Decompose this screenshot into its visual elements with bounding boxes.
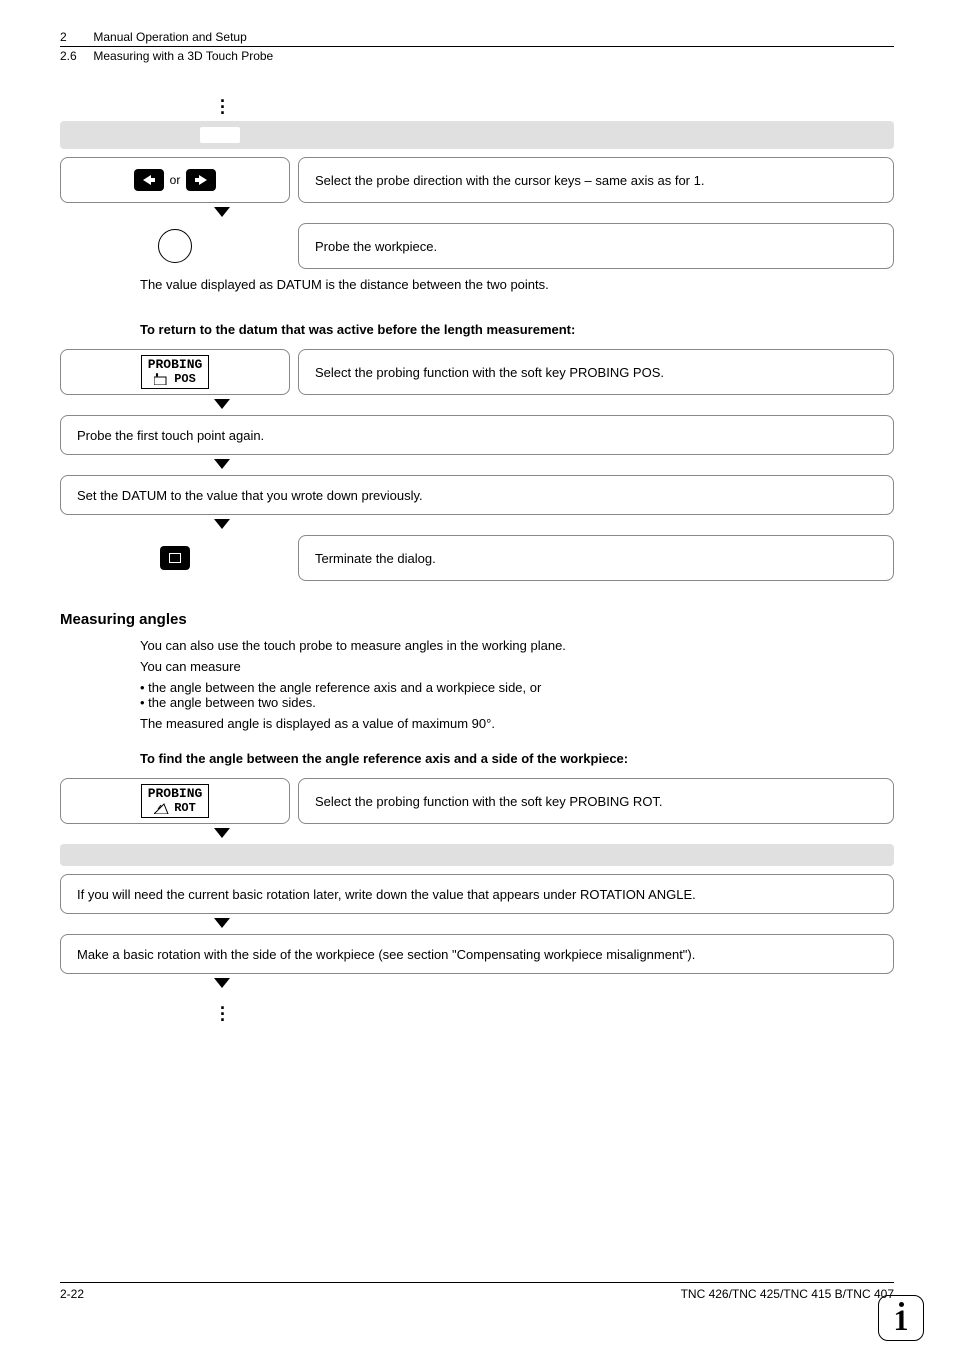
grey-separator-bar	[60, 844, 894, 866]
return-heading: To return to the datum that was active b…	[140, 322, 894, 337]
measuring-angles-heading: Measuring angles	[60, 611, 894, 628]
flow-arrow	[210, 399, 894, 411]
softkey-probing-rot[interactable]: PROBING ROT	[141, 784, 210, 817]
flow-arrow	[210, 519, 894, 531]
flow-arrow	[210, 459, 894, 471]
section-header: 2.6 Measuring with a 3D Touch Probe	[60, 49, 894, 83]
softkey-probing-pos[interactable]: PROBING POS	[141, 355, 210, 388]
angles-find-heading: To find the angle between the angle refe…	[140, 751, 894, 766]
flow-arrow	[210, 828, 894, 840]
step-row-probing-pos: PROBING POS Select the probing function …	[60, 349, 894, 395]
softkey-cell: PROBING ROT	[60, 778, 290, 824]
start-key[interactable]	[158, 229, 192, 263]
step-row-probe: Probe the workpiece.	[60, 223, 894, 269]
chapter-title: Manual Operation and Setup	[93, 30, 246, 44]
cursor-right-key[interactable]	[186, 169, 216, 191]
angles-intro-2: You can measure	[140, 659, 894, 674]
cursor-left-key[interactable]	[134, 169, 164, 191]
softkey-cell: PROBING POS	[60, 349, 290, 395]
angles-intro-1: You can also use the touch probe to meas…	[140, 638, 894, 653]
step-desc-cell: Select the probe direction with the curs…	[298, 157, 894, 203]
continuation-dots: ...	[220, 93, 894, 111]
step-write-rotation: If you will need the current basic rotat…	[60, 874, 894, 914]
softkey-line1: PROBING	[148, 358, 203, 372]
probing-pos-text: Select the probing function with the sof…	[315, 365, 664, 380]
continuation-dots: ...	[220, 1000, 894, 1018]
angles-bullets: the angle between the angle reference ax…	[140, 680, 894, 710]
probe-again-text: Probe the first touch point again.	[77, 428, 264, 443]
step-desc-cell: Select the probing function with the sof…	[298, 349, 894, 395]
probing-rot-text: Select the probing function with the sof…	[315, 794, 663, 809]
grey-separator-row	[60, 121, 894, 149]
terminate-text: Terminate the dialog.	[315, 551, 436, 566]
step-row-direction: or Select the probe direction with the c…	[60, 157, 894, 203]
step-probe-text: Probe the workpiece.	[315, 239, 437, 254]
step-row-terminate: Terminate the dialog.	[60, 535, 894, 581]
write-rotation-text: If you will need the current basic rotat…	[77, 887, 696, 902]
doc-id: TNC 426/TNC 425/TNC 415 B/TNC 407	[681, 1287, 894, 1301]
step-key-cell	[60, 223, 290, 269]
list-item: the angle between the angle reference ax…	[140, 680, 894, 695]
page-number: 2-22	[60, 1287, 84, 1301]
or-label: or	[170, 173, 181, 187]
chapter-number: 2	[60, 30, 90, 44]
step-desc-cell: Probe the workpiece.	[298, 223, 894, 269]
set-datum-text: Set the DATUM to the value that you wrot…	[77, 488, 423, 503]
end-key[interactable]	[160, 546, 190, 570]
step-key-cell	[60, 535, 290, 581]
step-keys-cell: or	[60, 157, 290, 203]
step-basic-rotation: Make a basic rotation with the side of t…	[60, 934, 894, 974]
angles-note: The measured angle is displayed as a val…	[140, 716, 894, 731]
step-set-datum: Set the DATUM to the value that you wrot…	[60, 475, 894, 515]
softkey-line1: PROBING	[148, 787, 203, 801]
datum-note: The value displayed as DATUM is the dist…	[140, 277, 894, 292]
step-direction-text: Select the probe direction with the curs…	[315, 173, 704, 188]
probe-rot-icon	[154, 802, 172, 814]
info-icon: 1	[878, 1295, 924, 1341]
section-number: 2.6	[60, 49, 90, 63]
flow-arrow	[210, 918, 894, 930]
chapter-header: 2 Manual Operation and Setup	[60, 30, 894, 47]
step-row-probing-rot: PROBING ROT Select the probing function …	[60, 778, 894, 824]
step-probe-again: Probe the first touch point again.	[60, 415, 894, 455]
list-item: the angle between two sides.	[140, 695, 894, 710]
page-footer: 2-22 TNC 426/TNC 425/TNC 415 B/TNC 407	[60, 1282, 894, 1301]
flow-arrow	[210, 978, 894, 990]
softkey-line2: POS	[174, 373, 196, 386]
softkey-line2: ROT	[174, 802, 196, 815]
step-desc-cell: Terminate the dialog.	[298, 535, 894, 581]
probe-pos-icon	[154, 373, 172, 385]
grey-chip	[200, 127, 240, 143]
flow-arrow	[210, 207, 894, 219]
step-desc-cell: Select the probing function with the sof…	[298, 778, 894, 824]
section-title: Measuring with a 3D Touch Probe	[93, 49, 273, 63]
basic-rotation-text: Make a basic rotation with the side of t…	[77, 947, 695, 962]
